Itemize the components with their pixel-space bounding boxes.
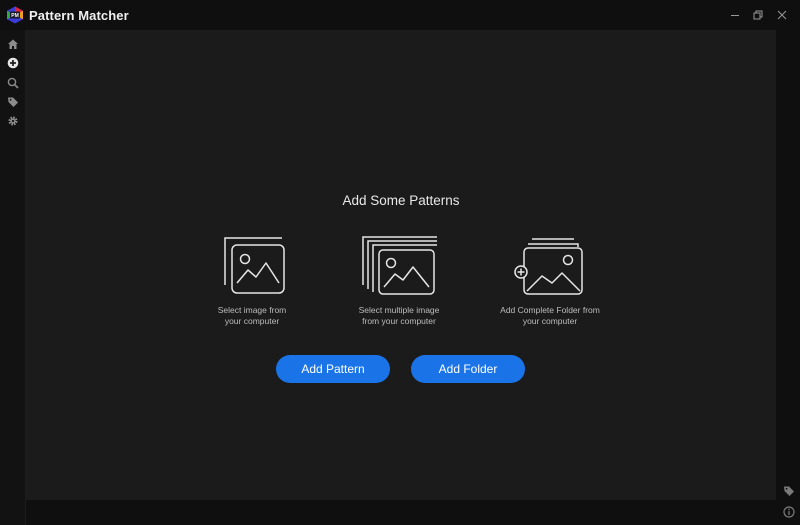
single-image-icon <box>224 237 285 294</box>
home-icon <box>7 39 18 49</box>
multiple-images-icon <box>362 236 437 295</box>
folder-images-icon <box>514 238 583 295</box>
option-caption-line: Add Complete Folder from <box>500 305 600 315</box>
rightrail-tag[interactable] <box>781 483 796 498</box>
plus-circle-icon <box>7 57 18 68</box>
app-window: PM Pattern Matcher Add Some Patterns Sel… <box>0 0 800 525</box>
option-select-image[interactable]: Select image from your computer <box>172 235 332 326</box>
option-caption-line: Select image from <box>217 305 287 315</box>
sidebar <box>0 30 26 525</box>
sidebar-item-tags[interactable] <box>5 94 20 109</box>
option-select-multiple[interactable]: Select multiple image from your computer <box>319 235 479 326</box>
option-caption-line: Select multiple image <box>358 305 440 315</box>
add-folder-button[interactable]: Add Folder <box>411 355 525 383</box>
app-logo-icon: PM <box>7 6 23 24</box>
sidebar-item-search[interactable] <box>5 75 20 90</box>
right-rail <box>776 30 800 525</box>
sidebar-item-settings[interactable] <box>5 113 20 128</box>
main-panel: Add Some Patterns Select image from your… <box>26 30 776 500</box>
title-bar: PM Pattern Matcher <box>0 0 800 30</box>
add-pattern-button[interactable]: Add Pattern <box>276 355 390 383</box>
minimize-icon <box>731 15 739 16</box>
tag-icon <box>7 97 18 107</box>
option-caption-line: your computer <box>522 315 578 326</box>
tag-icon <box>783 486 794 496</box>
close-icon <box>777 10 787 20</box>
restore-icon <box>753 10 763 20</box>
rightrail-info[interactable] <box>781 504 796 519</box>
search-icon <box>7 77 19 89</box>
option-add-folder[interactable]: Add Complete Folder from your computer <box>470 235 630 326</box>
info-icon <box>782 505 795 518</box>
logo-text: PM <box>11 13 19 19</box>
page-title: Add Some Patterns <box>342 193 460 208</box>
option-caption-line: your computer <box>224 315 280 326</box>
option-caption-line: from your computer <box>362 315 436 326</box>
minimize-button[interactable] <box>724 5 746 25</box>
window-title: Pattern Matcher <box>29 8 129 23</box>
gear-icon <box>8 116 17 125</box>
close-button[interactable] <box>771 5 793 25</box>
restore-button[interactable] <box>747 5 769 25</box>
sidebar-item-home[interactable] <box>5 36 20 51</box>
status-strip <box>26 500 776 525</box>
sidebar-item-add[interactable] <box>5 55 20 70</box>
